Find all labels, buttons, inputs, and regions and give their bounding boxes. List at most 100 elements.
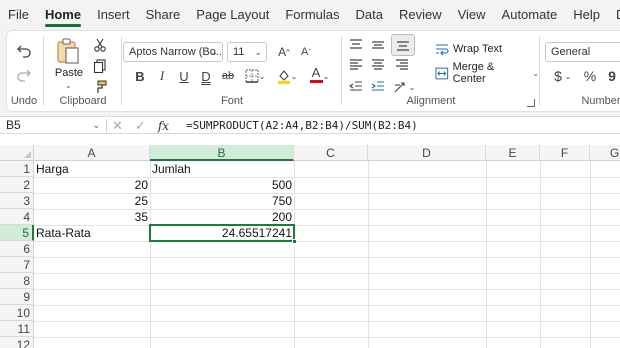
align-right-icon[interactable] (391, 55, 413, 75)
chevron-down-icon: ⌄ (65, 81, 72, 90)
tab-review[interactable]: Review (391, 0, 450, 30)
chevron-down-icon: ⌄ (210, 47, 218, 57)
row-header-6[interactable]: 6 (0, 241, 34, 257)
clipboard-group: Paste ⌄ Clipboard (45, 31, 121, 111)
undo-group: Undo (7, 31, 41, 111)
column-header-f[interactable]: F (540, 145, 590, 161)
cell-b4[interactable]: 200 (150, 209, 294, 225)
row-header-1[interactable]: 1 (0, 161, 34, 177)
gridline (34, 241, 620, 242)
gridline (486, 161, 487, 348)
tab-insert[interactable]: Insert (89, 0, 138, 30)
row-header-8[interactable]: 8 (0, 273, 34, 289)
tab-formulas[interactable]: Formulas (277, 0, 347, 30)
align-middle-icon[interactable] (367, 35, 389, 55)
bold-button[interactable]: B (129, 66, 151, 86)
row-header-4[interactable]: 4 (0, 209, 34, 225)
align-left-icon[interactable] (345, 55, 367, 75)
select-all-button[interactable] (0, 145, 34, 161)
divider (121, 37, 122, 105)
cell-a1[interactable]: Harga (34, 161, 150, 177)
format-painter-icon[interactable] (89, 77, 111, 97)
cell-b1[interactable]: Jumlah (150, 161, 294, 177)
column-header-g[interactable]: G (590, 145, 620, 161)
merge-center-icon (435, 67, 449, 79)
tab-file[interactable]: File (0, 0, 37, 30)
spreadsheet-grid: A B C D E F G 1 2 3 4 5 6 7 8 9 10 11 12… (0, 145, 620, 348)
row-header-11[interactable]: 11 (0, 321, 34, 337)
merge-center-label: Merge & Center (452, 61, 495, 85)
paste-button[interactable]: Paste ⌄ (51, 35, 83, 90)
chevron-down-icon[interactable]: ⌄ (407, 77, 417, 97)
number-format-select[interactable]: General (545, 42, 620, 62)
cell-b2[interactable]: 500 (150, 177, 294, 193)
percent-button[interactable]: % (579, 66, 601, 86)
cell-a2[interactable]: 20 (34, 177, 150, 193)
column-header-e[interactable]: E (486, 145, 540, 161)
column-header-c[interactable]: C (294, 145, 368, 161)
decrease-font-size-icon[interactable]: Aˇ (295, 42, 317, 62)
font-size-select[interactable]: 11 ⌄ (227, 42, 267, 62)
tab-draw[interactable]: Draw (608, 0, 620, 30)
font-name-select[interactable]: Aptos Narrow (Bo... ⌄ (123, 42, 223, 62)
strikethrough-button[interactable]: ab (217, 66, 239, 86)
undo-icon[interactable] (13, 41, 35, 61)
row-header-12[interactable]: 12 (0, 337, 34, 348)
cut-icon[interactable] (89, 35, 111, 55)
row-header-2[interactable]: 2 (0, 177, 34, 193)
row-header-7[interactable]: 7 (0, 257, 34, 273)
tab-home[interactable]: Home (37, 0, 89, 30)
column-header-a[interactable]: A (34, 145, 150, 161)
row-header-9[interactable]: 9 (0, 289, 34, 305)
align-center-icon[interactable] (367, 55, 389, 75)
cell-a3[interactable]: 25 (34, 193, 150, 209)
column-header-b[interactable]: B (150, 145, 294, 161)
menu-bar: File Home Insert Share Page Layout Formu… (0, 0, 620, 30)
gridline (590, 161, 591, 348)
fill-handle[interactable] (292, 239, 297, 244)
cell-b3[interactable]: 750 (150, 193, 294, 209)
cell-a4[interactable]: 35 (34, 209, 150, 225)
gridline (34, 305, 620, 306)
merge-center-button[interactable]: Merge & Center ⌄ (435, 61, 539, 85)
tab-view[interactable]: View (450, 0, 494, 30)
gridline (294, 161, 295, 348)
enter-icon[interactable]: ✓ (135, 118, 146, 134)
insert-function-icon[interactable]: fx (158, 119, 169, 133)
column-header-d[interactable]: D (368, 145, 486, 161)
increase-indent-icon[interactable] (367, 77, 389, 97)
gridline (34, 257, 620, 258)
formula-input[interactable]: =SUMPRODUCT(A2:A4,B2:B4)/SUM(B2:B4) (186, 118, 418, 133)
chevron-down-icon[interactable]: ⌄ (321, 66, 331, 86)
comma-style-button[interactable]: 9 (601, 66, 620, 86)
increase-font-size-icon[interactable]: A ^ (273, 42, 295, 62)
double-underline-button[interactable]: D (195, 66, 217, 86)
formula-bar-buttons: ✕ ✓ fx (112, 118, 169, 133)
chevron-down-icon[interactable]: ⌄ (289, 66, 299, 86)
copy-icon[interactable] (89, 56, 111, 76)
underline-button[interactable]: U (173, 66, 195, 86)
tab-help[interactable]: Help (565, 0, 608, 30)
wrap-text-button[interactable]: Wrap Text (435, 40, 502, 58)
cell-a5[interactable]: Rata-Rata (34, 225, 150, 241)
align-top-icon[interactable] (345, 35, 367, 55)
name-box[interactable]: B5 ⌄ (4, 118, 102, 133)
tab-page-layout[interactable]: Page Layout (188, 0, 277, 30)
row-header-5[interactable]: 5 (0, 225, 34, 241)
row-header-10[interactable]: 10 (0, 305, 34, 321)
row-header-3[interactable]: 3 (0, 193, 34, 209)
decrease-indent-icon[interactable] (345, 77, 367, 97)
italic-button[interactable]: I (151, 66, 173, 86)
align-bottom-icon[interactable] (391, 34, 415, 56)
dialog-launcher-icon[interactable] (527, 99, 535, 107)
redo-icon[interactable] (13, 65, 35, 85)
tab-share[interactable]: Share (138, 0, 189, 30)
chevron-down-icon[interactable]: ⌄ (563, 66, 573, 86)
cancel-icon[interactable]: ✕ (112, 118, 123, 134)
tab-data[interactable]: Data (348, 0, 391, 30)
clipboard-group-label: Clipboard (59, 95, 107, 107)
divider (341, 37, 342, 105)
tab-automate[interactable]: Automate (494, 0, 566, 30)
number-format-value: General (551, 46, 591, 58)
chevron-down-icon[interactable]: ⌄ (257, 66, 267, 86)
